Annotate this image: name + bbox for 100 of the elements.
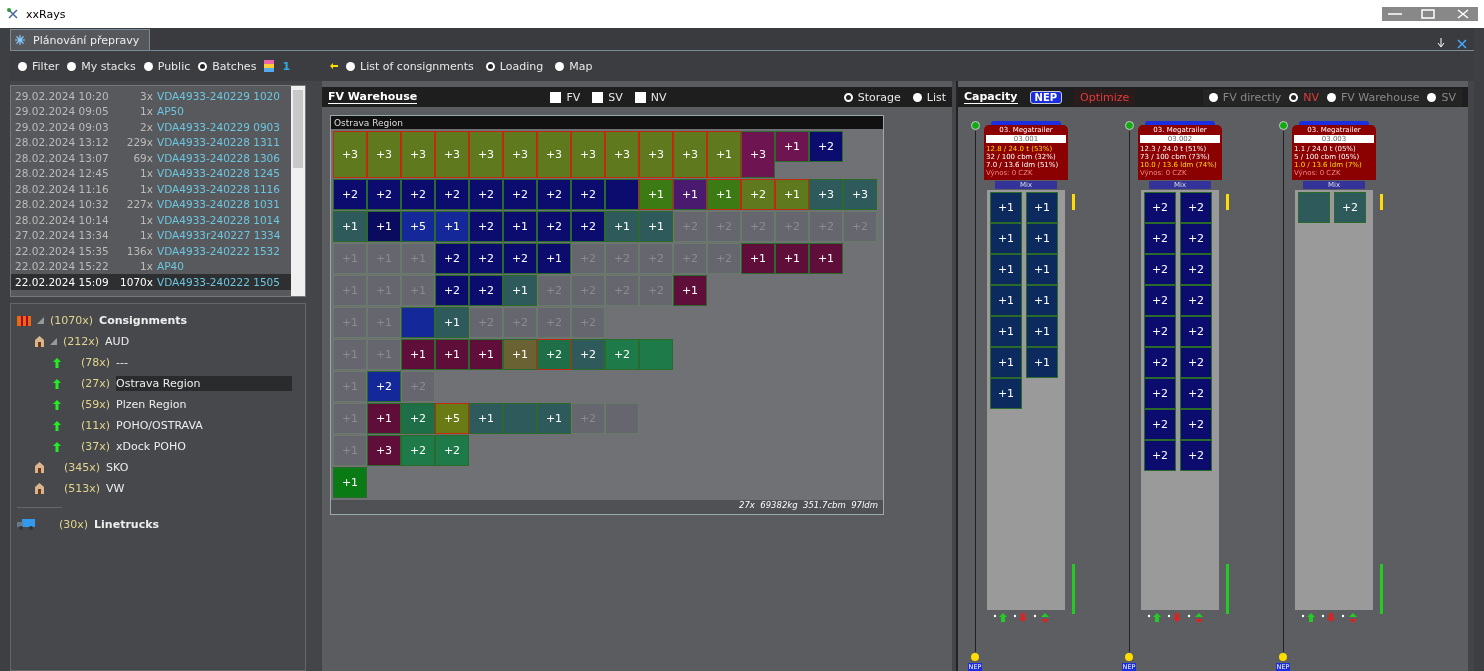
radio-button[interactable] <box>143 61 153 71</box>
pallet-block[interactable]: +1 <box>537 403 571 434</box>
radio-button[interactable] <box>346 61 356 71</box>
tree-item[interactable]: xDock POHO <box>116 439 192 454</box>
pallet-block[interactable]: +1 <box>775 179 809 210</box>
pallet-block[interactable]: +2 <box>469 179 503 210</box>
batch-row[interactable]: 28.02.2024 11:16 1x VDA4933-240228 1116 <box>11 181 291 197</box>
tree-item[interactable]: POHO/OSTRAVA <box>116 418 209 433</box>
pallet-block[interactable]: +3 <box>843 179 877 210</box>
status-dot[interactable] <box>970 121 980 130</box>
pallet-block[interactable]: +1 <box>990 316 1022 347</box>
pallet-block[interactable]: +2 <box>571 339 605 370</box>
pallet-block[interactable]: +3 <box>401 131 435 178</box>
radio-label[interactable]: List of consignments <box>360 59 474 73</box>
document-tab[interactable]: Plánování přepravy <box>10 29 151 50</box>
pallet-block[interactable]: +1 <box>990 223 1022 254</box>
pallet-block[interactable]: +1 <box>707 131 741 178</box>
pallet-block[interactable]: +1 <box>435 307 469 338</box>
pallet-block[interactable]: +1 <box>741 243 775 274</box>
checkbox[interactable] <box>592 91 604 103</box>
pallet-block[interactable]: +1 <box>990 285 1022 316</box>
pallet-block[interactable]: +2 <box>1144 285 1176 316</box>
pallet-block[interactable]: +1 <box>537 243 571 274</box>
status-dot[interactable] <box>1278 121 1288 130</box>
pallet-block[interactable]: +2 <box>1180 409 1212 440</box>
radio-button[interactable] <box>485 61 495 71</box>
pallet-block[interactable]: +1 <box>1026 254 1058 285</box>
radio-button[interactable] <box>67 61 77 71</box>
radio-button[interactable] <box>1208 92 1218 102</box>
radio-label[interactable]: Batches <box>212 59 257 73</box>
pin-icon[interactable] <box>1436 38 1446 50</box>
checkbox-label[interactable]: FV <box>566 90 581 104</box>
nep-button[interactable]: NEP <box>1029 90 1063 104</box>
pallet-block[interactable]: +2 <box>1180 316 1212 347</box>
pallet-block[interactable] <box>605 179 639 210</box>
pallet-block[interactable]: +1 <box>1026 223 1058 254</box>
pallet-block[interactable]: +1 <box>990 347 1022 378</box>
pallet-block[interactable]: +3 <box>741 131 775 178</box>
status-dot[interactable] <box>971 653 979 661</box>
pallet-block[interactable]: +3 <box>673 131 707 178</box>
status-dot[interactable] <box>1279 653 1287 661</box>
pallet-block[interactable]: +2 <box>469 211 503 242</box>
batch-row[interactable]: 28.02.2024 10:14 1x VDA4933-240228 1014 <box>11 212 291 228</box>
pallet-block[interactable]: +2 <box>435 243 469 274</box>
batch-row[interactable]: 28.02.2024 12:45 1x VDA4933-240228 1245 <box>11 165 291 181</box>
radio-label[interactable]: SV <box>1441 90 1456 104</box>
pallet-block[interactable]: +2 <box>537 179 571 210</box>
pallet-block[interactable]: +2 <box>1144 440 1176 471</box>
pallet-block[interactable]: +2 <box>741 179 775 210</box>
pallet-block[interactable]: +2 <box>1180 285 1212 316</box>
pallet-block[interactable]: +2 <box>435 179 469 210</box>
pallet-block[interactable]: +2 <box>571 211 605 242</box>
pallet-block[interactable]: +1 <box>990 254 1022 285</box>
pallet-block[interactable]: +2 <box>435 435 469 466</box>
tree-item[interactable]: --- <box>116 355 134 370</box>
scrollbar[interactable] <box>291 86 305 296</box>
tree-item[interactable]: SKO <box>106 460 135 475</box>
pallet-block[interactable]: +1 <box>990 378 1022 409</box>
batch-row[interactable]: 27.02.2024 13:34 1x VDA4933r240227 1334 <box>11 227 291 243</box>
tree-item[interactable]: VW <box>106 481 131 496</box>
pallet-block[interactable]: +3 <box>571 131 605 178</box>
pallet-block[interactable]: +2 <box>401 435 435 466</box>
batch-row[interactable]: 28.02.2024 13:07 69x VDA4933-240228 1306 <box>11 150 291 166</box>
pallet-block[interactable]: +1 <box>503 275 537 306</box>
checkbox[interactable] <box>550 91 562 103</box>
pallet-block[interactable]: +2 <box>1180 192 1212 223</box>
pallet-block[interactable]: +2 <box>571 179 605 210</box>
pallet-block[interactable]: +2 <box>401 403 435 434</box>
batch-row[interactable]: 28.02.2024 10:32 227x VDA4933-240228 1031 <box>11 196 291 212</box>
radio-label[interactable]: List <box>926 90 946 104</box>
pallet-block[interactable]: +3 <box>537 131 571 178</box>
pallet-block[interactable]: +2 <box>1144 223 1176 254</box>
radio-button[interactable] <box>18 61 27 71</box>
pallet-block[interactable]: +2 <box>1334 192 1366 223</box>
pallet-block[interactable]: +1 <box>503 211 537 242</box>
pallet-block[interactable]: +1 <box>1026 285 1058 316</box>
batch-row[interactable]: 29.02.2024 09:05 1x AP50 <box>11 103 291 119</box>
checkbox-label[interactable]: SV <box>608 90 623 104</box>
pallet-block[interactable]: +2 <box>1144 409 1176 440</box>
pallet-block[interactable]: +1 <box>707 179 741 210</box>
pallet-block[interactable]: +1 <box>469 403 503 434</box>
pallet-block[interactable]: +2 <box>435 275 469 306</box>
pallet-block[interactable]: +1 <box>367 211 401 242</box>
radio-button[interactable] <box>1289 92 1299 102</box>
pallet-block[interactable]: +2 <box>1144 192 1176 223</box>
pallet-block[interactable]: +2 <box>1180 378 1212 409</box>
radio-label[interactable]: Loading <box>499 59 544 73</box>
checkbox[interactable] <box>634 91 646 103</box>
pallet-block[interactable]: +2 <box>503 179 537 210</box>
status-dot[interactable] <box>1125 653 1133 661</box>
pallet-block[interactable]: +2 <box>1180 223 1212 254</box>
tree-item[interactable]: Plzen Region <box>116 397 193 412</box>
pallet-block[interactable]: +1 <box>469 339 503 370</box>
close-icon[interactable] <box>1456 38 1468 50</box>
pallet-block[interactable]: +2 <box>1144 347 1176 378</box>
pallet-block[interactable]: +3 <box>367 131 401 178</box>
checkbox-label[interactable]: NV <box>650 90 667 104</box>
pallet-block[interactable]: +1 <box>435 339 469 370</box>
radio-label[interactable]: My stacks <box>81 59 136 73</box>
pallet-block[interactable]: +3 <box>503 131 537 178</box>
